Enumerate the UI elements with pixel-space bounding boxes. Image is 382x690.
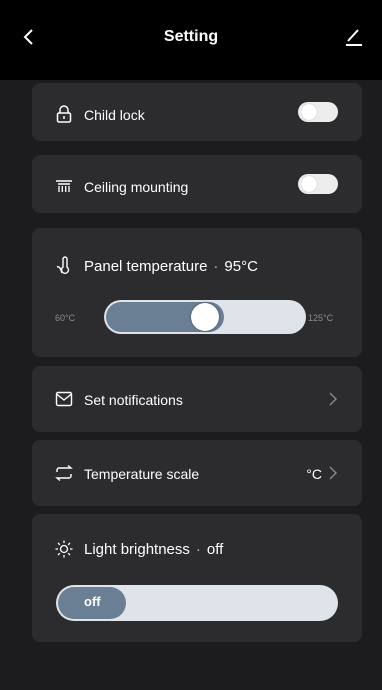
panel-temperature-title: Panel temperature · 95°C bbox=[84, 258, 258, 275]
child-lock-toggle[interactable] bbox=[298, 102, 338, 122]
panel-temperature-label: Panel temperature bbox=[84, 258, 208, 275]
edit-button[interactable] bbox=[344, 26, 364, 48]
toggle-knob bbox=[301, 176, 317, 192]
ceiling-mounting-row: Ceiling mounting bbox=[32, 155, 362, 213]
light-brightness-label: Light brightness bbox=[84, 541, 190, 558]
pencil-icon bbox=[346, 29, 362, 46]
thermometer-hand-icon bbox=[54, 256, 74, 276]
convert-arrows-icon bbox=[54, 463, 74, 483]
light-brightness-title: Light brightness · off bbox=[84, 541, 223, 558]
light-brightness-value: off bbox=[206, 541, 224, 558]
separator-dot: · bbox=[195, 541, 201, 558]
set-notifications-row[interactable]: Set notifications bbox=[32, 366, 362, 432]
chevron-right-icon bbox=[328, 392, 338, 406]
child-lock-row: Child lock bbox=[32, 83, 362, 141]
temperature-scale-value: °C bbox=[306, 466, 322, 482]
slider-max-label: 125°C bbox=[308, 313, 334, 323]
envelope-icon bbox=[54, 389, 74, 409]
panel-temperature-value: 95°C bbox=[224, 258, 258, 275]
slider-handle[interactable] bbox=[191, 303, 219, 331]
panel-temperature-card: Panel temperature · 95°C 60°C 125°C bbox=[32, 228, 362, 357]
sun-icon bbox=[54, 539, 74, 559]
child-lock-label: Child lock bbox=[84, 107, 145, 123]
lock-icon bbox=[54, 104, 74, 124]
chevron-right-icon bbox=[328, 466, 338, 480]
slider-min-label: 60°C bbox=[55, 313, 76, 323]
bottom-area bbox=[0, 660, 382, 690]
toggle-knob bbox=[301, 104, 317, 120]
ceiling-mounting-label: Ceiling mounting bbox=[84, 179, 189, 195]
panel-temperature-slider[interactable] bbox=[104, 300, 306, 334]
ceiling-mounting-toggle[interactable] bbox=[298, 174, 338, 194]
light-brightness-slider[interactable]: off bbox=[56, 585, 338, 621]
page-title: Setting bbox=[163, 28, 219, 45]
header-bar: Setting bbox=[0, 0, 382, 80]
temperature-scale-row[interactable]: Temperature scale °C bbox=[32, 440, 362, 506]
temperature-scale-label: Temperature scale bbox=[84, 466, 200, 482]
slider-value-text: off bbox=[84, 594, 101, 609]
separator-dot: · bbox=[213, 258, 219, 275]
ceiling-heater-icon bbox=[54, 176, 74, 196]
set-notifications-label: Set notifications bbox=[84, 392, 183, 408]
light-brightness-card: Light brightness · off off bbox=[32, 514, 362, 642]
